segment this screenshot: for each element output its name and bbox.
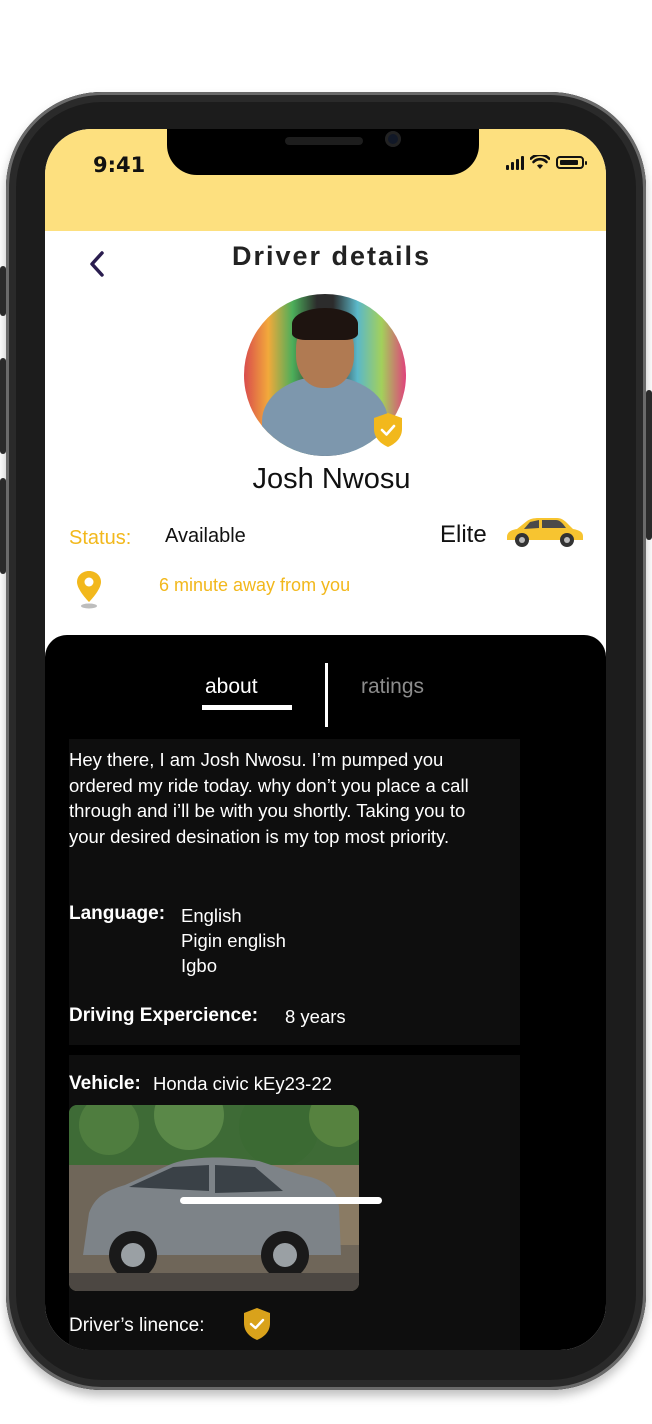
- signal-icon: [506, 155, 524, 170]
- volume-up-button: [0, 358, 6, 454]
- battery-icon: [556, 156, 587, 169]
- language-item: Igbo: [181, 955, 218, 976]
- experience-value: 8 years: [285, 1006, 346, 1027]
- status-bar: 9:41: [45, 129, 606, 231]
- home-indicator[interactable]: [180, 1197, 382, 1204]
- wifi-icon: [530, 155, 550, 169]
- language-label: Language:: [69, 903, 166, 924]
- language-item: English: [181, 905, 242, 926]
- experience-label: Driving Expercience:: [69, 1005, 259, 1026]
- system-icons: [506, 155, 587, 170]
- power-button: [646, 390, 652, 540]
- page-title: Driver details: [231, 241, 432, 271]
- distance-text: 6 minute away from you: [159, 575, 351, 595]
- driver-name: Josh Nwosu: [252, 463, 411, 495]
- tab-active-indicator: [202, 705, 292, 710]
- camera: [385, 131, 401, 147]
- details-panel: about ratings Hey there, I am Josh Nwosu…: [45, 635, 606, 1350]
- screen: 9:41 Driver details Josh Nwosu Status: A…: [45, 129, 606, 1350]
- clock: 9:41: [93, 153, 146, 177]
- vehicle-value: Honda civic kEy23-22: [153, 1073, 332, 1094]
- status-label: Status:: [69, 527, 132, 549]
- mute-switch: [0, 266, 6, 316]
- car-icon: [507, 518, 583, 547]
- license-label: Driver’s linence:: [69, 1315, 205, 1336]
- tier-label: Elite: [440, 521, 487, 548]
- driver-bio: Hey there, I am Josh Nwosu. I’m pumped y…: [69, 749, 469, 847]
- about-card: Hey there, I am Josh Nwosu. I’m pumped y…: [69, 739, 520, 1045]
- volume-down-button: [0, 478, 6, 574]
- tab-divider: [325, 663, 328, 727]
- notch: [167, 129, 479, 175]
- speaker: [285, 137, 363, 145]
- tab-ratings[interactable]: ratings: [361, 675, 424, 699]
- status-value: Available: [165, 525, 246, 547]
- vehicle-label: Vehicle:: [69, 1073, 141, 1094]
- location-pin-icon: [77, 571, 101, 609]
- verified-shield-icon: [374, 413, 402, 447]
- license-verified-icon: [244, 1308, 270, 1340]
- language-item: Pigin english: [181, 930, 286, 951]
- language-list: English Pigin english Igbo: [181, 903, 286, 978]
- tab-about[interactable]: about: [205, 675, 258, 699]
